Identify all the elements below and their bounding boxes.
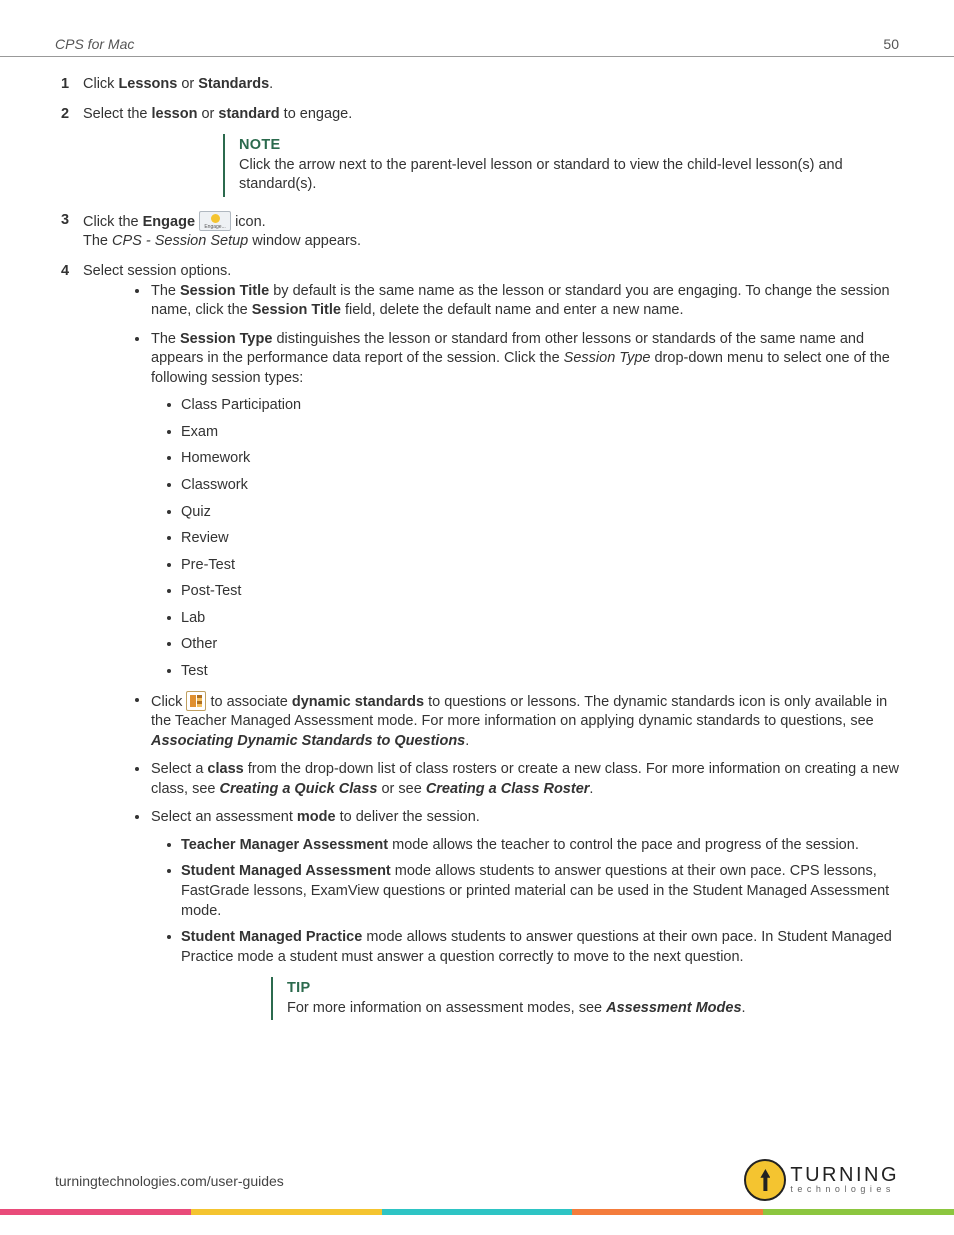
bullet-select-class: Select a class from the drop-down list o…: [151, 760, 899, 799]
bullet-assessment-mode: Select an assessment mode to deliver the…: [151, 808, 899, 1020]
dynamic-standards-icon: [186, 691, 206, 711]
tip-title: TIP: [287, 979, 879, 999]
mode-student-managed-practice: Student Managed Practice mode allows stu…: [181, 928, 899, 967]
step-number: 3: [61, 211, 69, 231]
session-type-item: Quiz: [181, 503, 899, 523]
step-text: Select the lesson or standard to engage.: [83, 106, 352, 122]
logo-text-sub: technologies: [790, 1185, 899, 1194]
session-type-item: Classwork: [181, 476, 899, 496]
bullet-dynamic-standards: Click to associate dynamic standards to …: [151, 691, 899, 752]
page-footer: turningtechnologies.com/user-guides TURN…: [0, 1167, 954, 1215]
turning-logo: TURNING technologies: [744, 1159, 899, 1201]
step-1: 1 Click Lessons or Standards.: [83, 75, 899, 95]
tip-callout: TIP For more information on assessment m…: [271, 977, 899, 1020]
note-title: NOTE: [239, 136, 879, 156]
note-callout: NOTE Click the arrow next to the parent-…: [223, 134, 899, 197]
logo-text-main: TURNING: [790, 1166, 899, 1185]
step-text: Click the Engage icon.: [83, 214, 266, 230]
session-type-item: Other: [181, 635, 899, 655]
step-number: 4: [61, 262, 69, 282]
step-2: 2 Select the lesson or standard to engag…: [83, 105, 899, 197]
session-type-item: Lab: [181, 609, 899, 629]
session-type-item: Pre-Test: [181, 556, 899, 576]
engage-icon: [199, 211, 231, 231]
step-3: 3 Click the Engage icon. The CPS - Sessi…: [83, 211, 899, 252]
page-content: 1 Click Lessons or Standards. 2 Select t…: [0, 57, 954, 1020]
session-type-item: Post-Test: [181, 582, 899, 602]
step-text: Select session options.: [83, 263, 231, 279]
step-number: 1: [61, 75, 69, 95]
session-type-item: Homework: [181, 449, 899, 469]
tip-body: For more information on assessment modes…: [287, 999, 879, 1019]
mode-student-managed-assessment: Student Managed Assessment mode allows s…: [181, 862, 899, 921]
doc-title: CPS for Mac: [55, 36, 134, 52]
bullet-session-title: The Session Title by default is the same…: [151, 282, 899, 321]
session-type-item: Test: [181, 662, 899, 682]
step-text: Click Lessons or Standards.: [83, 76, 273, 92]
step-number: 2: [61, 105, 69, 125]
footer-color-bar: [0, 1209, 954, 1215]
session-type-item: Exam: [181, 423, 899, 443]
session-type-item: Class Participation: [181, 396, 899, 416]
session-type-item: Review: [181, 529, 899, 549]
logo-icon: [744, 1159, 786, 1201]
step-4: 4 Select session options. The Session Ti…: [83, 262, 899, 1020]
step-subtext: The CPS - Session Setup window appears.: [83, 232, 899, 252]
mode-teacher-managed: Teacher Manager Assessment mode allows t…: [181, 836, 899, 856]
page-header: CPS for Mac 50: [0, 0, 954, 57]
page-number: 50: [883, 36, 899, 52]
footer-url: turningtechnologies.com/user-guides: [55, 1173, 284, 1189]
bullet-session-type: The Session Type distinguishes the lesso…: [151, 330, 899, 682]
note-body: Click the arrow next to the parent-level…: [239, 156, 879, 195]
